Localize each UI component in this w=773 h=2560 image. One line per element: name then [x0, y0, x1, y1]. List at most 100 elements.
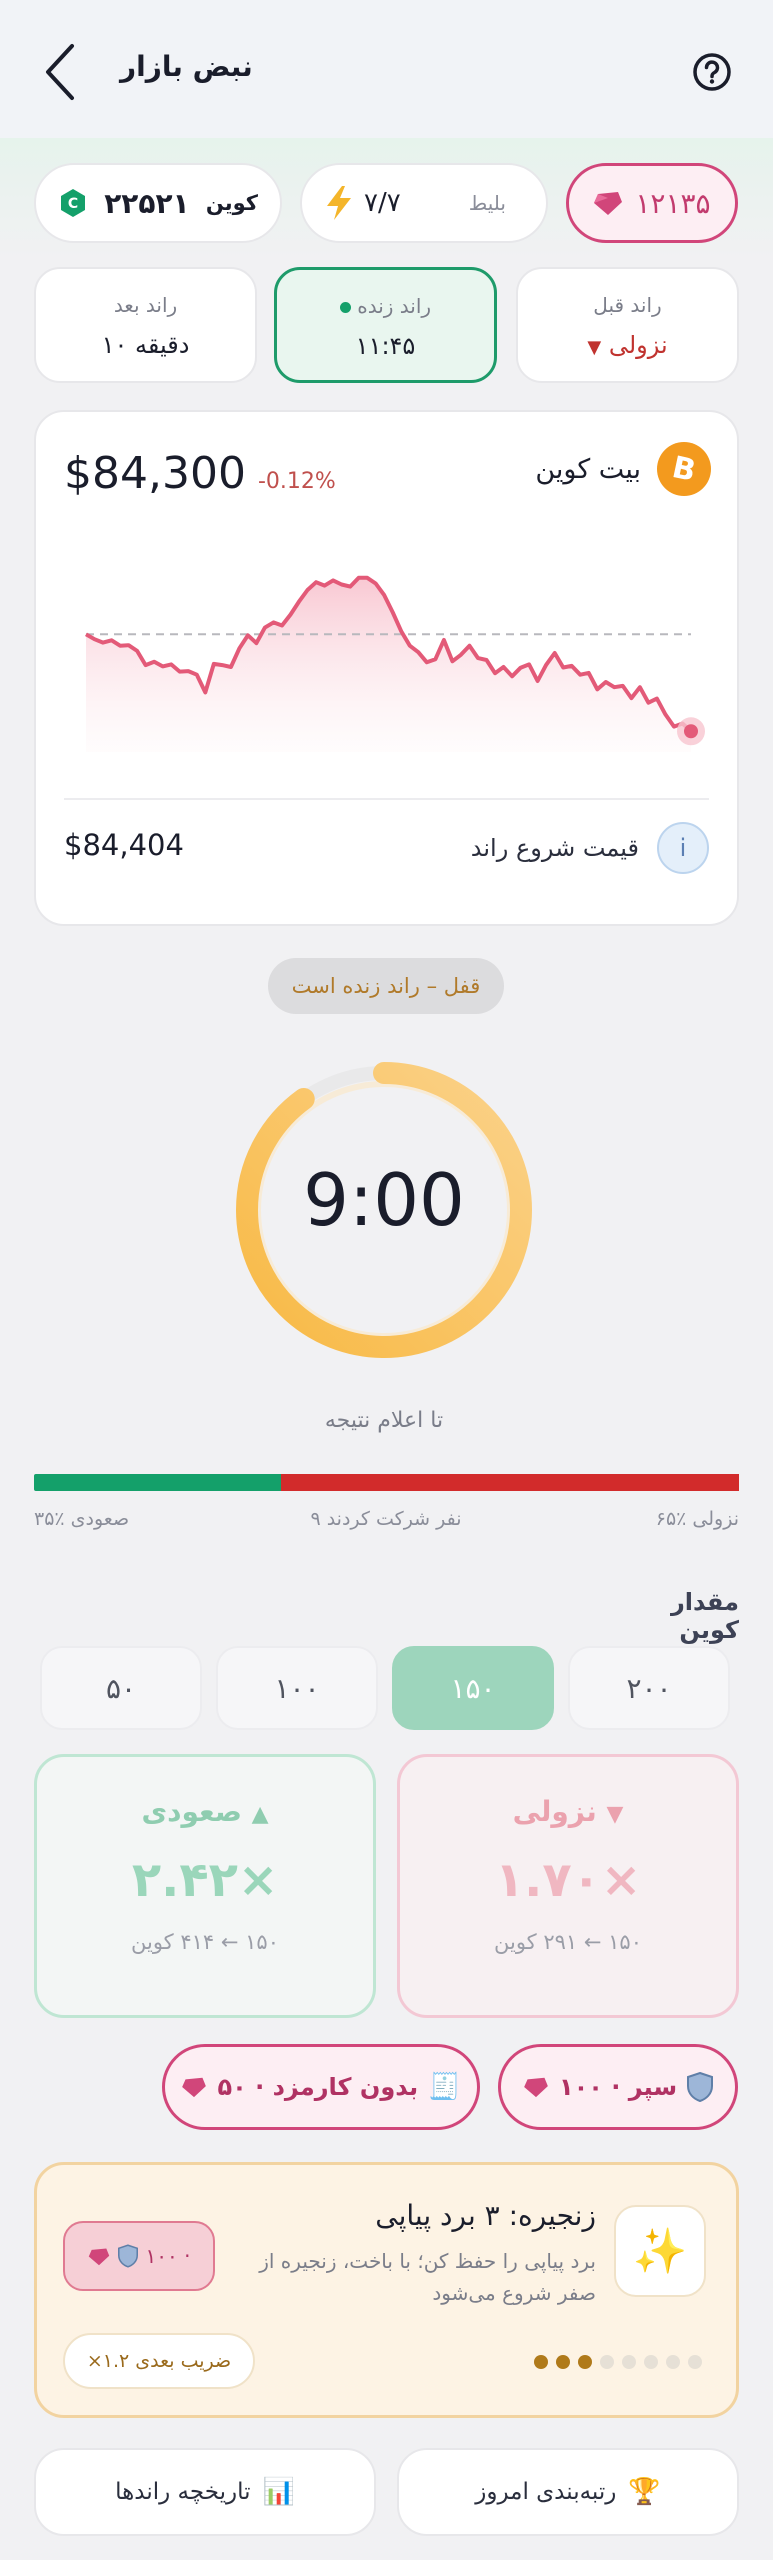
bet-up-multiplier: ۲.۴۲×: [131, 1852, 279, 1908]
start-price-row: قیمت شروع راند i: [471, 822, 709, 874]
gem-balance-chip[interactable]: ۱۲۱۳۵: [566, 163, 738, 243]
bet-down-title: نزولی: [512, 1795, 597, 1828]
lock-status-pill: قفل – راند زنده است: [268, 958, 504, 1014]
sparkles-icon: ✨: [632, 2226, 688, 2277]
bet-down-multiplier: ۱.۷۰×: [494, 1852, 642, 1908]
no-fee-powerup-label: بدون کارمزد · ۵۰: [217, 2073, 419, 2101]
streak-title: زنجیره: ۳ برد پیاپی: [375, 2199, 596, 2232]
bet-up-card[interactable]: ▲ صعودی ۲.۴۲× ۱۵۰ ← ۴۱۴ کوین: [34, 1754, 376, 2018]
up-share-bar: [34, 1474, 281, 1491]
round-history-label: تاریخچه راندها: [115, 2479, 251, 2505]
current-price-dot: [684, 724, 698, 739]
streak-dot-empty: [622, 2355, 636, 2369]
price-line-chart: [85, 575, 705, 752]
price-chart-card: $84,300 -0.12% بیت کوین B $84,404 قیمت ش…: [34, 410, 739, 926]
bet-up-title-row: ▲ صعودی: [37, 1795, 373, 1828]
bet-up-payout: ۱۵۰ ← ۴۱۴ کوین: [131, 1930, 279, 1954]
amount-option-100[interactable]: ۱۰۰: [216, 1646, 378, 1730]
live-round-label-row: راند زنده: [277, 294, 494, 318]
up-share-label: ۳۵٪ صعودی: [34, 1508, 130, 1530]
ticket-value: ۷/۷: [364, 188, 401, 218]
ticket-chip[interactable]: ۷/۷ بلیط: [300, 163, 548, 243]
streak-card: ✨ زنجیره: ۳ برد پیاپی برد پیاپی را حفظ ک…: [34, 2162, 739, 2418]
coin-icon: C: [61, 189, 85, 217]
amount-option-150[interactable]: ۱۵۰: [392, 1646, 554, 1730]
sparkles-tile: ✨: [614, 2205, 706, 2297]
help-icon[interactable]: [692, 52, 732, 92]
streak-dot-empty: [600, 2355, 614, 2369]
streak-protect-button[interactable]: ۱۰۰ ·: [63, 2221, 215, 2291]
countdown-value: 9:00: [303, 1158, 465, 1242]
streak-progress-dots: [534, 2355, 702, 2369]
live-dot-icon: [339, 302, 351, 313]
info-icon[interactable]: i: [657, 822, 709, 874]
streak-protect-price: ۱۰۰ ·: [145, 2244, 191, 2268]
back-arrow-icon[interactable]: [40, 42, 80, 102]
page-title: نبض بازار: [120, 50, 253, 83]
price-change: -0.12%: [257, 469, 336, 494]
receipt-icon: 🧾: [428, 2072, 461, 2102]
streak-dot-filled: [556, 2355, 570, 2369]
gem-balance: ۱۲۱۳۵: [635, 186, 711, 220]
shield-powerup-label: سپر · ۱۰۰: [558, 2073, 678, 2101]
round-history-button[interactable]: 📊 تاریخچه راندها: [34, 2448, 376, 2536]
next-round-label: راند بعد: [113, 293, 178, 317]
coin-chip[interactable]: C ۲۲۵۲۱ کوین: [34, 163, 282, 243]
no-fee-powerup-button[interactable]: 🧾 بدون کارمزد · ۵۰: [162, 2044, 480, 2130]
countdown-caption: تا اعلام نتیجه: [324, 1408, 444, 1433]
bet-up-title: صعودی: [141, 1795, 242, 1828]
bet-down-title-row: ▼ نزولی: [400, 1795, 736, 1828]
streak-description-line1: برد پیاپی را حفظ کن؛ با باخت، زنجیره از: [259, 2249, 596, 2273]
down-share-bar: [281, 1474, 739, 1491]
gem-icon: [594, 192, 623, 215]
start-price-label: قیمت شروع راند: [470, 834, 639, 862]
trophy-icon: 🏆: [628, 2477, 661, 2507]
shield-icon: [117, 2244, 138, 2268]
coin-label: کوین: [205, 191, 258, 215]
live-round-label: راند زنده: [357, 294, 432, 318]
bar-chart-icon: 📊: [262, 2477, 295, 2507]
live-round-box[interactable]: راند زنده ۱۱:۴۵: [274, 267, 497, 383]
ticket-label: بلیط: [468, 191, 506, 215]
gem-icon: [182, 2077, 207, 2098]
start-price: $84,404: [64, 828, 184, 862]
bet-down-card[interactable]: ▼ نزولی ۱.۷۰× ۱۵۰ ← ۲۹۱ کوین: [397, 1754, 739, 2018]
gem-icon: [88, 2247, 109, 2265]
current-price: $84,300: [64, 448, 246, 499]
svg-text:C: C: [68, 196, 78, 212]
amount-option-200[interactable]: ۲۰۰: [568, 1646, 730, 1730]
top-bar: [0, 0, 773, 138]
shield-icon: [687, 2072, 714, 2102]
amount-option-50[interactable]: ۵۰: [40, 1646, 202, 1730]
up-triangle-icon: ▲: [251, 1802, 269, 1827]
leaderboard-label: رتبه‌بندی امروز: [475, 2479, 617, 2505]
amount-section-title: مقدار کوین: [670, 1588, 739, 1644]
streak-dot-filled: [534, 2355, 548, 2369]
bet-down-payout: ۱۵۰ ← ۲۹۱ کوین: [494, 1930, 642, 1954]
previous-round-label: راند قبل: [593, 293, 662, 317]
price-row: $84,300 -0.12%: [64, 448, 336, 499]
previous-round-box[interactable]: راند قبل نزولی ▼: [516, 267, 739, 383]
bitcoin-icon: B: [657, 442, 711, 496]
coin-value: ۲۲۵۲۱: [104, 186, 190, 220]
gem-icon: [524, 2077, 548, 2098]
next-round-box[interactable]: راند بعد ۱۰ دقیقه: [34, 267, 257, 383]
streak-dot-empty: [666, 2355, 680, 2369]
next-multiplier-pill: ضریب بعدی ۱.۲×: [63, 2333, 255, 2389]
previous-round-direction: نزولی: [608, 331, 668, 359]
previous-round-value: نزولی ▼: [518, 331, 737, 359]
chart-divider: [64, 798, 709, 800]
streak-dot-empty: [688, 2355, 702, 2369]
streak-dot-filled: [578, 2355, 592, 2369]
next-multiplier-label: ضریب بعدی ۱.۲×: [86, 2350, 232, 2372]
asset-row: بیت کوین B: [535, 442, 711, 496]
shield-powerup-button[interactable]: سپر · ۱۰۰: [498, 2044, 738, 2130]
lightning-icon: [327, 186, 351, 220]
down-share-label: ۶۵٪ نزولی: [655, 1508, 739, 1530]
live-round-value: ۱۱:۴۵: [355, 332, 416, 360]
participants-count: ۹ نفر شرکت کردند: [310, 1508, 462, 1530]
asset-name: بیت کوین: [535, 453, 641, 485]
down-triangle-icon: ▼: [587, 337, 602, 358]
streak-description-line2: صفر شروع می‌شود: [432, 2281, 596, 2305]
leaderboard-button[interactable]: 🏆 رتبه‌بندی امروز: [397, 2448, 739, 2536]
